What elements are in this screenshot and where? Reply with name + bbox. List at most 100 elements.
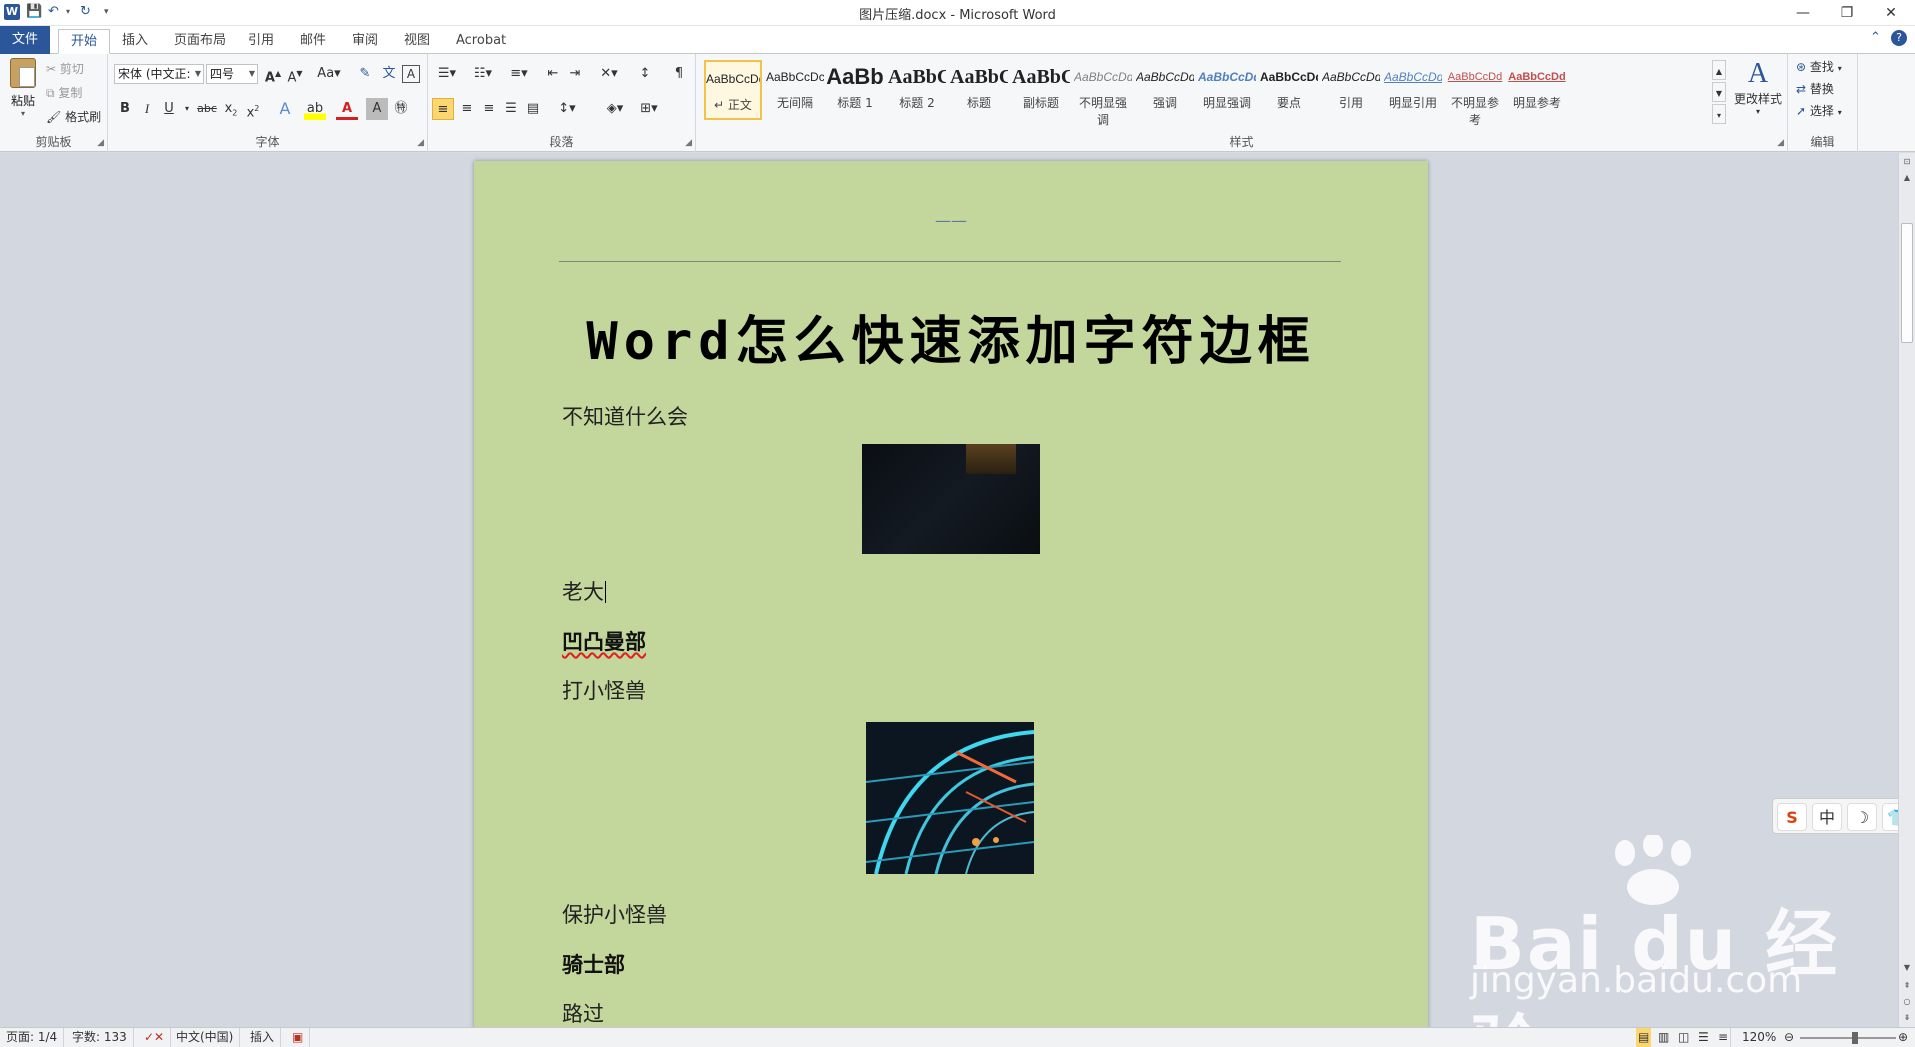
styles-scroll-up-icon[interactable]: ▲	[1712, 60, 1726, 80]
superscript-icon[interactable]: x2	[242, 98, 264, 120]
style-intense-emphasis[interactable]: AaBbCcDd 明显强调	[1198, 60, 1256, 120]
numbering-icon[interactable]: ☷▾	[468, 63, 498, 85]
phonetic-guide-icon[interactable]: 文	[378, 63, 400, 85]
tab-acrobat[interactable]: Acrobat	[444, 29, 518, 54]
tab-references[interactable]: 引用	[236, 29, 286, 54]
find-button[interactable]: ⊛ 查找 ▾	[1796, 58, 1842, 75]
zoom-out-icon[interactable]: ⊖	[1782, 1028, 1796, 1047]
proofing-icon[interactable]: ✓✕	[138, 1028, 172, 1047]
grow-font-icon[interactable]: A▲	[262, 63, 284, 85]
character-shading-icon[interactable]: A	[366, 98, 388, 120]
styles-more-icon[interactable]: ▾	[1712, 104, 1726, 124]
style-subtle-emphasis[interactable]: AaBbCcDd 不明显强调	[1074, 60, 1132, 127]
decrease-indent-icon[interactable]: ⇤	[542, 63, 564, 85]
word-count[interactable]: 字数: 133	[66, 1028, 134, 1047]
full-screen-reading-icon[interactable]: ▥	[1656, 1028, 1671, 1047]
language-status[interactable]: 中文(中国)	[170, 1028, 241, 1047]
zoom-level[interactable]: 120%	[1736, 1028, 1782, 1047]
show-formatting-marks-icon[interactable]: ¶	[668, 63, 690, 85]
previous-page-icon[interactable]: ⇞	[1899, 979, 1915, 993]
paragraph[interactable]: 骑士部	[562, 949, 625, 979]
align-center-icon[interactable]: ≡	[456, 98, 478, 120]
document-title[interactable]: Word怎么快速添加字符边框	[474, 299, 1428, 374]
tab-file[interactable]: 文件	[0, 26, 51, 54]
style-subtitle[interactable]: AaBbC 副标题	[1012, 60, 1070, 120]
chinese-layout-icon[interactable]: ✕▾	[594, 63, 624, 85]
scroll-up-icon[interactable]: ▲	[1899, 171, 1915, 185]
inline-image-dark-room[interactable]	[862, 444, 1040, 554]
distributed-icon[interactable]: ▤	[522, 98, 544, 120]
tab-page-layout[interactable]: 页面布局	[162, 29, 238, 54]
next-page-icon[interactable]: ⇟	[1899, 1011, 1915, 1025]
page-count[interactable]: 页面: 1/4	[0, 1028, 65, 1047]
insert-mode-status[interactable]: 插入	[244, 1028, 282, 1047]
multilevel-list-icon[interactable]: ≡▾	[504, 63, 534, 85]
minimize-button[interactable]: —	[1781, 0, 1825, 26]
print-layout-icon[interactable]: ▤	[1636, 1028, 1652, 1047]
style-title[interactable]: AaBbC 标题	[950, 60, 1008, 120]
character-border-icon[interactable]: A	[402, 65, 420, 83]
shading-icon[interactable]: ◈▾	[600, 98, 630, 120]
tab-view[interactable]: 视图	[392, 29, 442, 54]
ruler-toggle-icon[interactable]: ⊡	[1899, 155, 1915, 169]
outline-view-icon[interactable]: ☰	[1696, 1028, 1711, 1047]
justify-icon[interactable]: ☰	[500, 98, 522, 120]
browse-object-icon[interactable]: ○	[1899, 995, 1915, 1009]
draft-view-icon[interactable]: ≡	[1716, 1028, 1732, 1047]
sogou-logo-icon[interactable]: S	[1777, 803, 1807, 831]
style-intense-reference[interactable]: AaBbCcDd 明显参考	[1508, 60, 1566, 120]
format-painter-button[interactable]: 🖌 格式刷	[46, 108, 101, 125]
zoom-slider-thumb[interactable]	[1852, 1032, 1858, 1044]
italic-icon[interactable]: I	[136, 98, 158, 120]
increase-indent-icon[interactable]: ⇥	[564, 63, 586, 85]
paragraph[interactable]: 打小怪兽	[562, 675, 646, 705]
style-heading-2[interactable]: AaBbC 标题 2	[888, 60, 946, 120]
line-spacing-icon[interactable]: ↕▾	[552, 98, 582, 120]
tab-home[interactable]: 开始	[58, 29, 111, 54]
vertical-scrollbar[interactable]: ⊡ ▲ ▼ ⇞ ○ ⇟	[1898, 153, 1915, 1027]
bold-icon[interactable]: B	[114, 98, 136, 120]
paragraph[interactable]: 不知道什么会	[562, 401, 688, 431]
shrink-font-icon[interactable]: A▼	[284, 63, 306, 85]
paragraph[interactable]: 凹凸曼部	[562, 626, 646, 656]
strikethrough-icon[interactable]: abc	[196, 98, 218, 120]
font-size-combo[interactable]: 四号 ▼	[206, 64, 258, 84]
bullets-icon[interactable]: ☰▾	[432, 63, 462, 85]
skin-shirt-icon[interactable]: 👕	[1882, 803, 1898, 831]
zoom-slider[interactable]	[1800, 1032, 1896, 1044]
text-effects-icon[interactable]: A	[274, 98, 296, 120]
style-strong[interactable]: AaBbCcDd 要点	[1260, 60, 1318, 120]
enclose-characters-icon[interactable]: ㊕	[390, 98, 412, 120]
scrollbar-thumb[interactable]	[1901, 223, 1913, 343]
macro-record-icon[interactable]: ▣	[286, 1028, 311, 1047]
font-color-icon[interactable]: A	[336, 98, 358, 120]
cut-button[interactable]: ✂ 剪切	[46, 60, 84, 77]
font-name-combo[interactable]: 宋体 (中文正: ▼	[114, 64, 204, 84]
paragraph-with-cursor[interactable]: 老大	[562, 576, 606, 606]
styles-scroll-down-icon[interactable]: ▼	[1712, 82, 1726, 102]
highlight-icon[interactable]: ab	[304, 98, 326, 120]
style-quote[interactable]: AaBbCcDd 引用	[1322, 60, 1380, 120]
align-left-icon[interactable]: ≡	[432, 98, 454, 120]
close-button[interactable]: ✕	[1869, 0, 1913, 26]
inline-image-neon-tunnel[interactable]	[866, 722, 1034, 874]
ime-language-button[interactable]: 中	[1812, 803, 1842, 831]
styles-launcher-icon[interactable]: ◢	[1777, 138, 1784, 148]
clear-formatting-icon[interactable]: ✎	[354, 63, 376, 85]
moon-icon[interactable]: ☽	[1847, 803, 1877, 831]
paste-button[interactable]: 粘贴 ▾	[6, 58, 40, 118]
style-normal[interactable]: AaBbCcDd ↵ 正文	[704, 60, 762, 120]
style-heading-1[interactable]: AaBb 标题 1	[826, 60, 884, 120]
scroll-down-icon[interactable]: ▼	[1899, 961, 1915, 975]
paragraph[interactable]: 路过	[562, 998, 604, 1027]
tab-mailings[interactable]: 邮件	[288, 29, 338, 54]
borders-icon[interactable]: ⊞▾	[634, 98, 664, 120]
document-page[interactable]: —— Word怎么快速添加字符边框 不知道什么会 老大 凹凸曼部 打小怪兽 保护…	[474, 161, 1428, 1027]
style-intense-quote[interactable]: AaBbCcDd 明显引用	[1384, 60, 1442, 120]
tab-review[interactable]: 审阅	[340, 29, 390, 54]
copy-button[interactable]: ⧉ 复制	[46, 84, 82, 101]
minimize-ribbon-icon[interactable]: ⌃	[1870, 30, 1881, 45]
web-layout-icon[interactable]: ◫	[1676, 1028, 1691, 1047]
restore-button[interactable]: ❐	[1825, 0, 1869, 26]
tab-insert[interactable]: 插入	[110, 29, 160, 54]
